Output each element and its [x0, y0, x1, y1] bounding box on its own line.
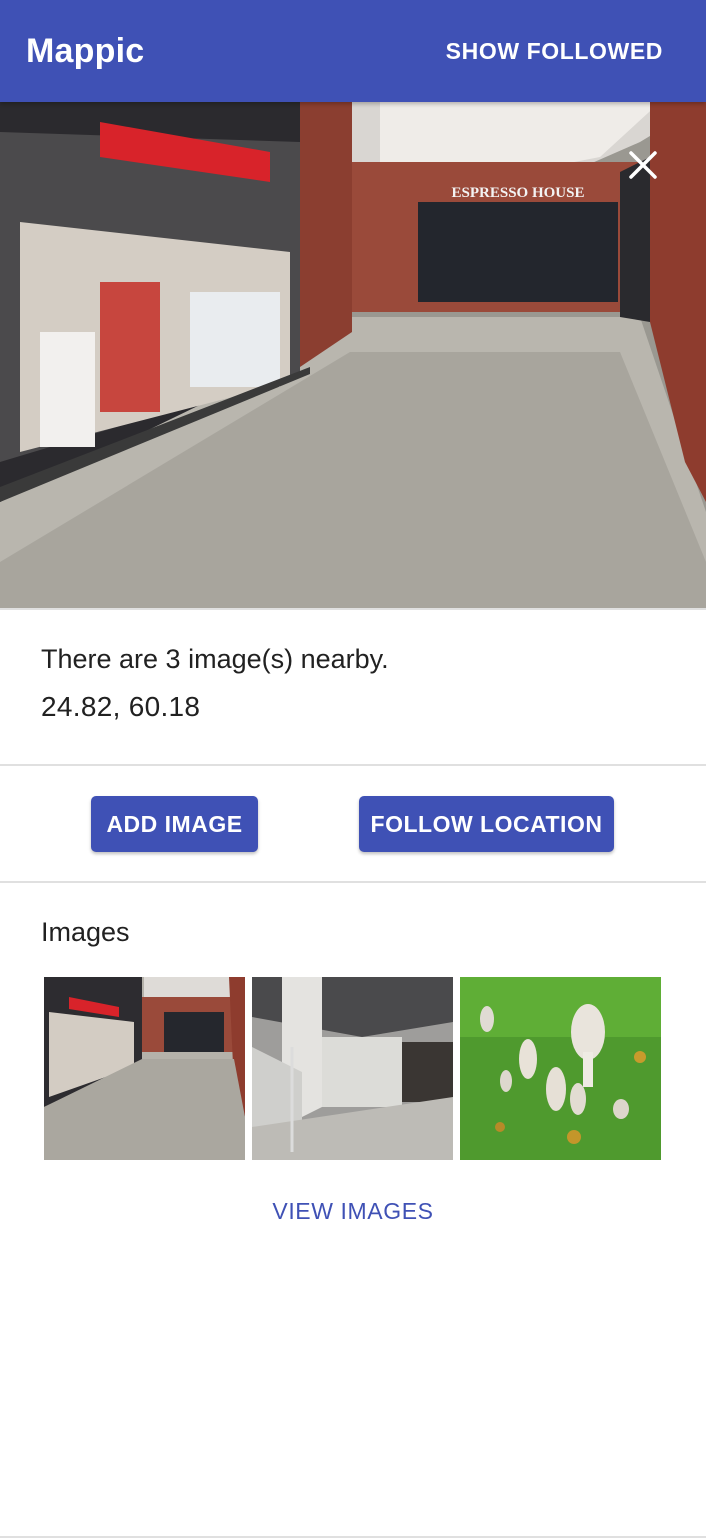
hero-image: ESPRESSO HOUSE [0, 102, 706, 609]
view-images-button[interactable]: VIEW IMAGES [0, 1198, 706, 1225]
follow-location-button[interactable]: FOLLOW LOCATION [359, 796, 614, 852]
close-icon [629, 151, 657, 179]
divider [0, 881, 706, 883]
close-button[interactable] [626, 148, 660, 182]
divider [0, 764, 706, 766]
show-followed-button[interactable]: SHOW FOLLOWED [429, 30, 680, 73]
app-bar: Mappic SHOW FOLLOWED [0, 0, 706, 102]
nearby-count-text: There are 3 image(s) nearby. [41, 644, 389, 674]
app-title: Mappic [26, 31, 145, 70]
hero-sign-text: ESPRESSO HOUSE [452, 185, 585, 201]
thumbnail-photo [44, 977, 245, 1160]
image-thumbnail[interactable] [44, 977, 245, 1160]
coordinates-text: 24.82, 60.18 [41, 691, 201, 722]
images-heading: Images [41, 917, 130, 947]
add-image-button[interactable]: ADD IMAGE [91, 796, 258, 852]
thumbnail-photo [252, 977, 453, 1160]
divider [0, 608, 706, 610]
thumbnail-photo [460, 977, 661, 1160]
image-thumbnail[interactable] [460, 977, 661, 1160]
location-info: There are 3 image(s) nearby. 24.82, 60.1… [41, 644, 389, 723]
hero-photo: ESPRESSO HOUSE [0, 102, 706, 609]
image-thumbnail[interactable] [252, 977, 453, 1160]
